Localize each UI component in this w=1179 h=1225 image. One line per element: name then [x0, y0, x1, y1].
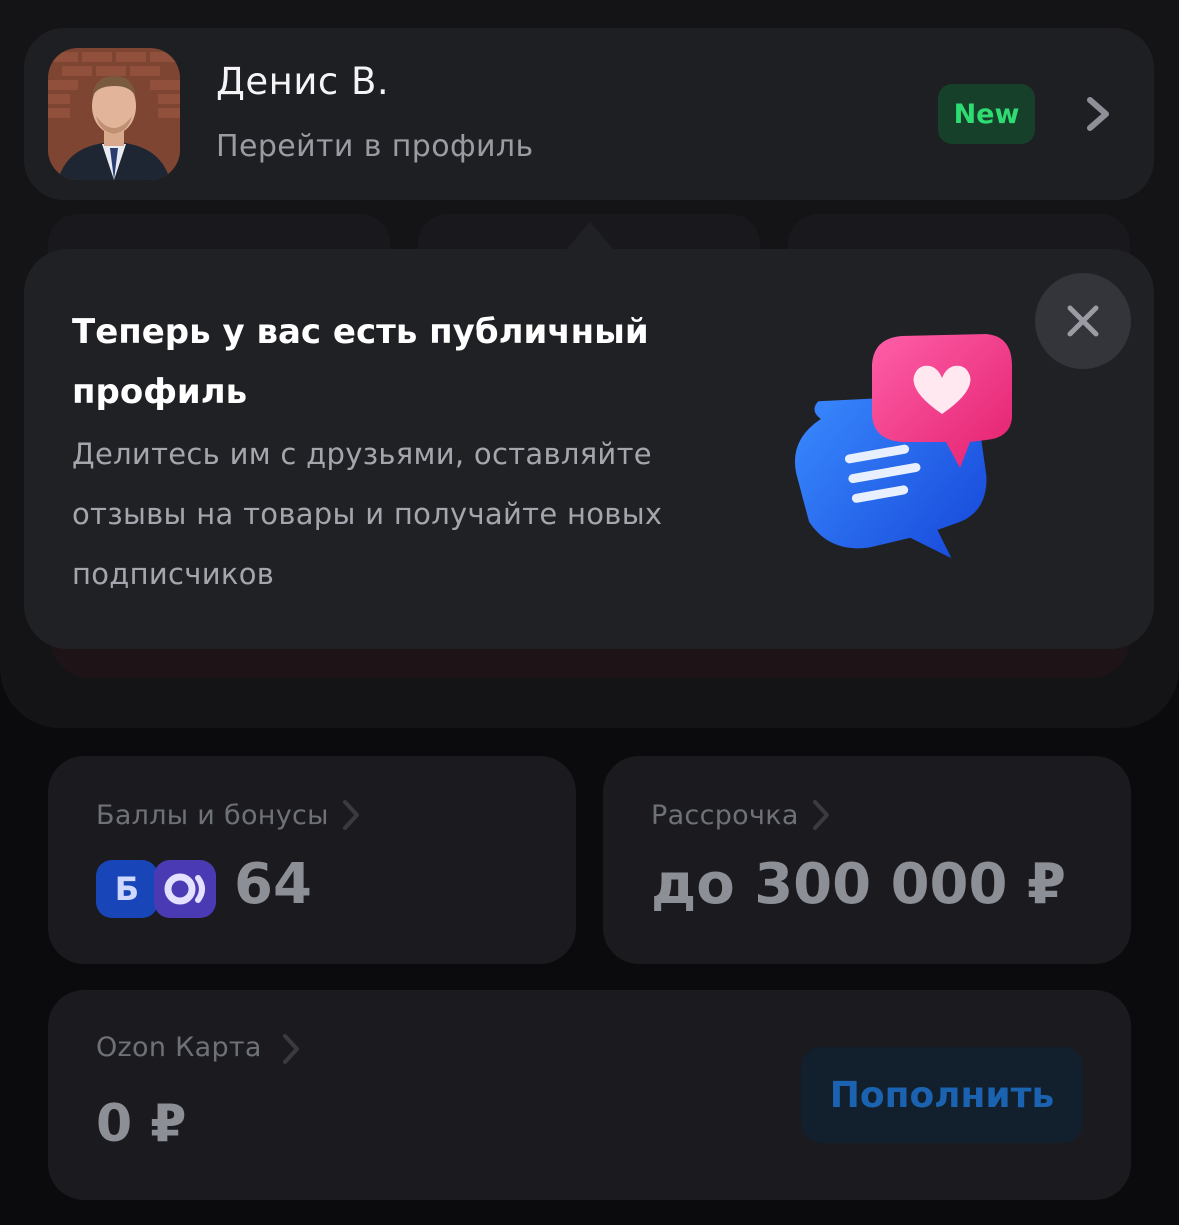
chevron-right-icon — [810, 798, 832, 832]
topup-button[interactable]: Пополнить — [801, 1047, 1083, 1143]
chevron-right-icon — [340, 798, 362, 832]
chat-bubbles-heart-illustration — [790, 330, 1020, 570]
chevron-right-icon[interactable] — [1080, 94, 1116, 134]
popover-pointer — [566, 222, 614, 250]
ozon-points-icon — [154, 860, 216, 918]
close-icon — [1067, 305, 1099, 337]
bonus-b-icon: Б — [96, 860, 158, 918]
popover-title: Теперь у вас есть публичный профиль — [72, 312, 649, 412]
installment-card-label: Рассрочка — [651, 800, 799, 831]
ozon-card-label: Ozon Карта — [96, 1032, 262, 1063]
installment-value: до 300 000 ₽ — [651, 852, 1066, 917]
profile-link[interactable]: Перейти в профиль — [216, 129, 534, 164]
bonus-card-label: Баллы и бонусы — [96, 800, 329, 831]
popover-body: Делитесь им с друзьями, оставляйте отзыв… — [72, 437, 663, 591]
avatar[interactable] — [48, 48, 180, 180]
ozon-card-balance: 0 ₽ — [96, 1094, 187, 1154]
profile-name: Денис В. — [216, 60, 390, 103]
chevron-right-icon — [280, 1032, 302, 1066]
bonus-value: 64 — [234, 852, 312, 917]
close-button[interactable] — [1035, 273, 1131, 369]
new-badge: New — [938, 84, 1035, 144]
